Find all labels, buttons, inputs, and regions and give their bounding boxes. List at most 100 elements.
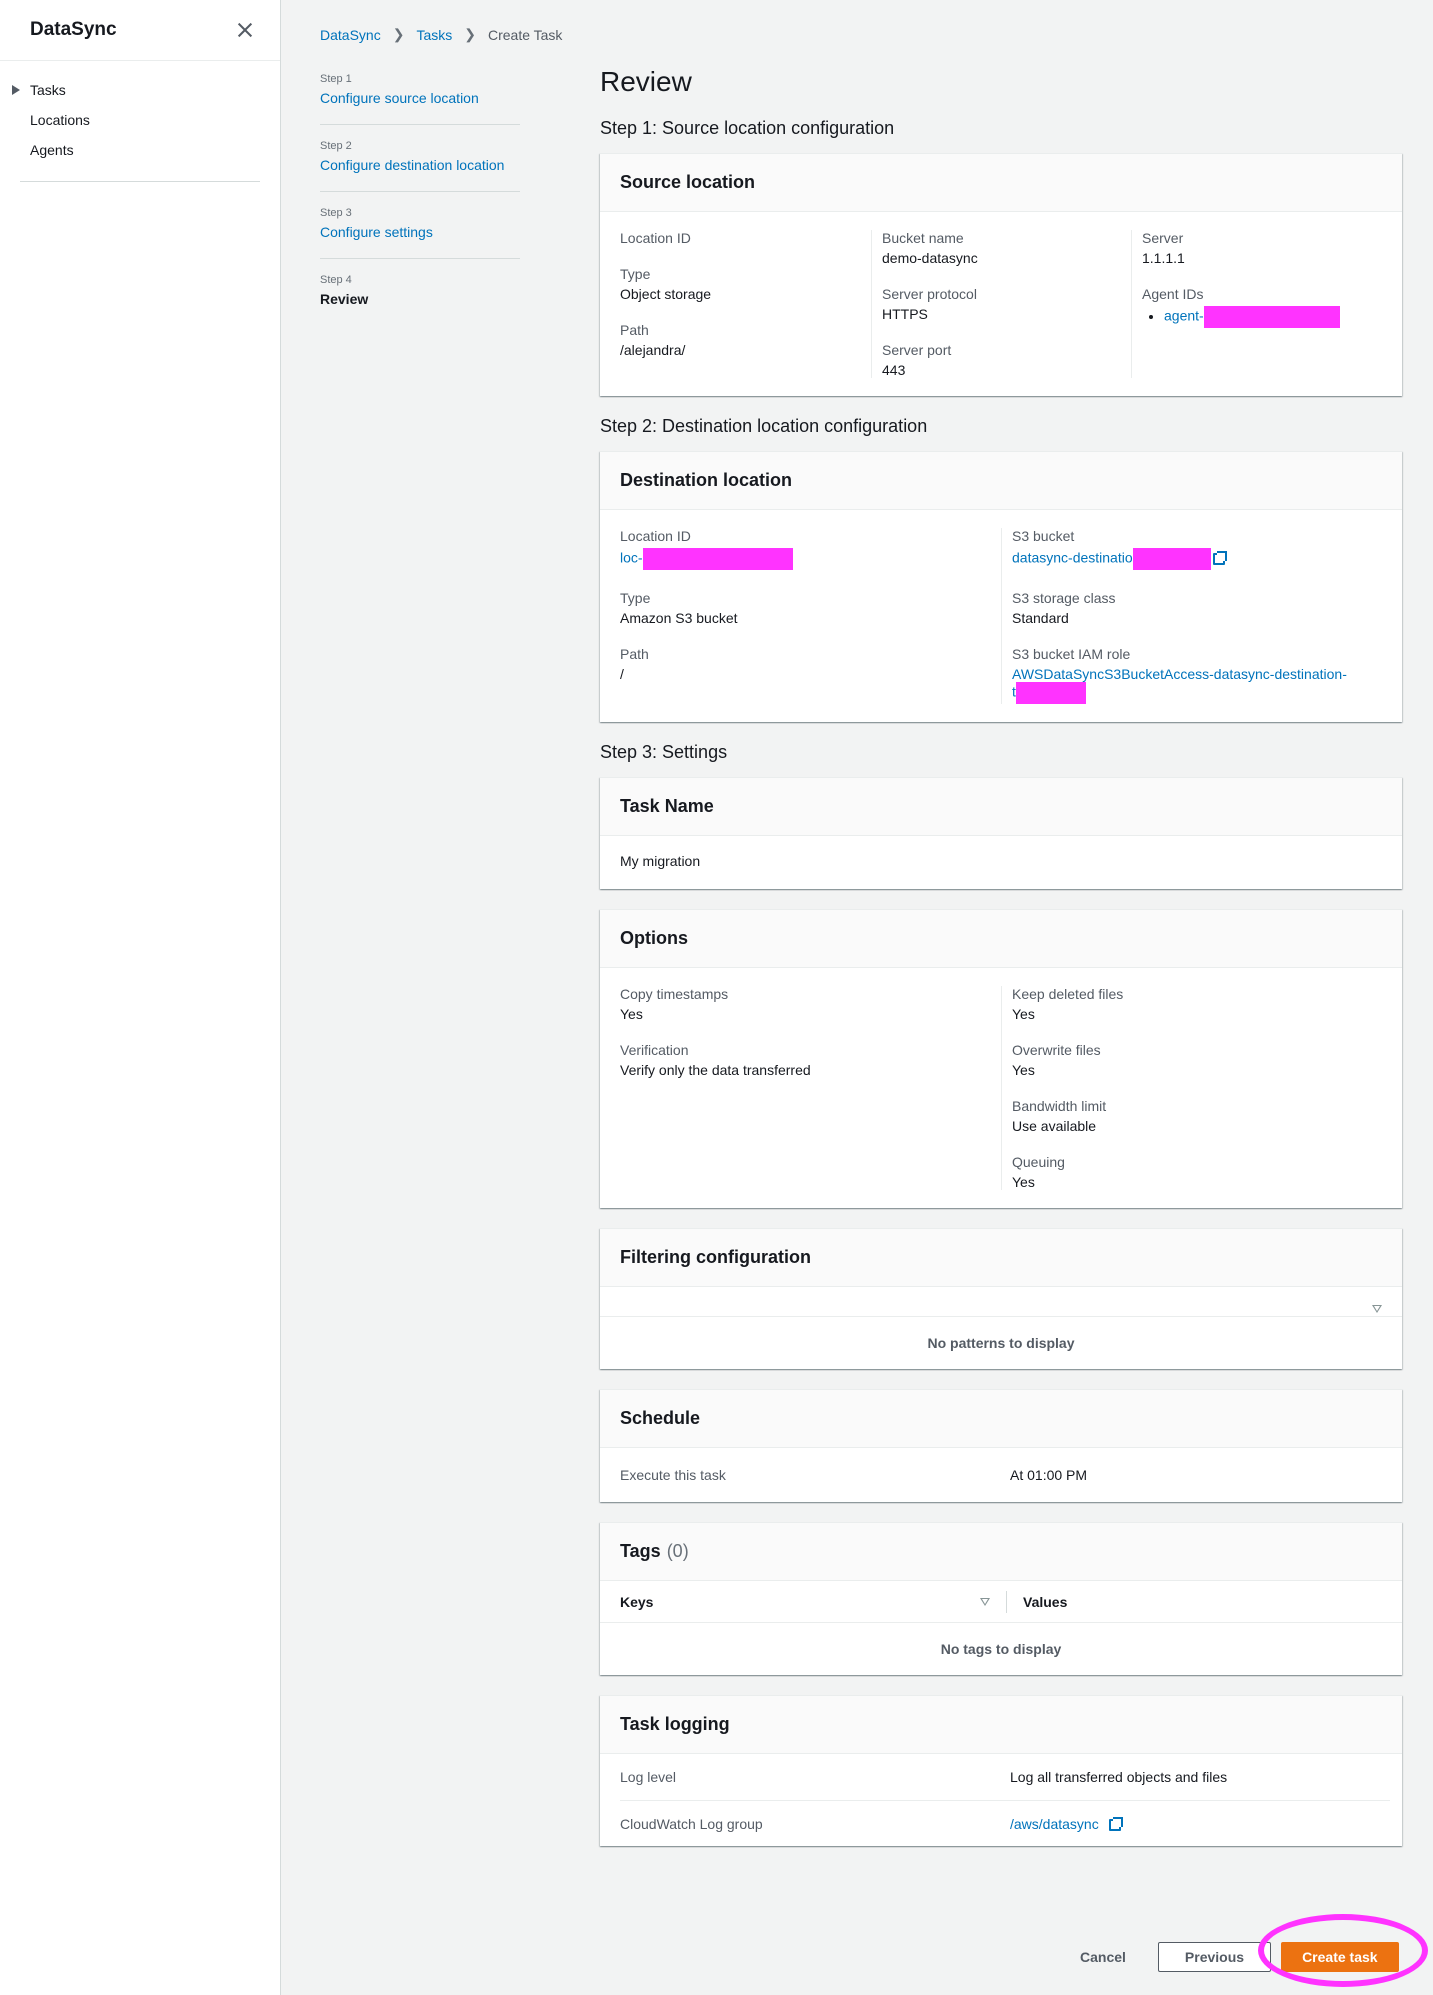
panel-title: Options (600, 910, 1402, 968)
caret-right-icon[interactable] (12, 85, 20, 95)
sidebar-item-label: Locations (30, 112, 90, 128)
wizard-step-1: Step 1 Configure source location (320, 73, 520, 125)
nav-list: Tasks Locations Agents (12, 61, 260, 182)
sidebar-item-agents[interactable]: Agents (20, 135, 260, 165)
step-number: Step 1 (320, 73, 352, 85)
kv-s3-bucket: S3 bucket datasync-destinatio (1012, 528, 1372, 570)
destination-location-panel: Destination location Location ID loc- Ty… (600, 451, 1402, 722)
source-location-panel: Source location Location ID Type Object … (600, 153, 1402, 396)
task-name-value: My migration (620, 853, 701, 869)
kv-bandwidth: Bandwidth limit Use available (1012, 1098, 1107, 1134)
step-link-source[interactable]: Configure source location (320, 90, 479, 106)
previous-button[interactable]: Previous (1157, 1942, 1272, 1972)
redaction-mark (1203, 306, 1340, 328)
log-level-row: Log level Log all transferred objects an… (620, 1769, 1228, 1785)
redaction-mark (642, 548, 793, 570)
wizard-step-3: Step 3 Configure settings (320, 207, 520, 259)
kv-storage-class: S3 storage class Standard (1012, 590, 1116, 626)
step-link-settings[interactable]: Configure settings (320, 224, 433, 240)
side-navigation: DataSync Tasks Locations Agents (0, 0, 281, 1995)
step-link-destination[interactable]: Configure destination location (320, 157, 504, 173)
tags-panel: Tags (0) Keys Values No tags to display (600, 1522, 1402, 1675)
options-panel: Options Copy timestamps Yes Verification… (600, 909, 1402, 1208)
external-link-icon[interactable] (1212, 551, 1227, 565)
page-title: Review (600, 66, 692, 97)
kv-iam-role: S3 bucket IAM role AWSDataSyncS3BucketAc… (1012, 646, 1372, 704)
kv-server-protocol: Server protocol HTTPS (882, 286, 977, 322)
empty-state: No patterns to display (927, 1335, 1075, 1351)
panel-title: Tags (0) (600, 1523, 1402, 1581)
panel-title: Task Name (600, 778, 1402, 836)
nav-header: DataSync (0, 0, 280, 61)
agent-id-link[interactable]: agent- (1164, 308, 1204, 324)
kv-location-id: Location ID (620, 230, 691, 246)
kv-overwrite: Overwrite files Yes (1012, 1042, 1101, 1078)
filter-table-header (600, 1287, 1402, 1317)
sidebar-item-label: Agents (30, 142, 74, 158)
kv-type: Type Amazon S3 bucket (620, 590, 738, 626)
wizard-step-4: Step 4 Review (320, 274, 520, 323)
chevron-right-icon: ❯ (464, 26, 476, 42)
wizard-actions: Cancel Previous Create task (1080, 1942, 1399, 1972)
create-task-button[interactable]: Create task (1281, 1942, 1399, 1972)
redaction-mark (1132, 548, 1211, 570)
panel-title: Source location (600, 154, 1402, 212)
kv-verification: Verification Verify only the data transf… (620, 1042, 811, 1078)
kv-queuing: Queuing Yes (1012, 1154, 1065, 1190)
task-name-panel: Task Name My migration (600, 777, 1402, 889)
redaction-mark (1015, 682, 1086, 704)
nav-title[interactable]: DataSync (30, 19, 117, 41)
schedule-panel: Schedule Execute this task At 01:00 PM (600, 1389, 1402, 1502)
column-header-values: Values (1023, 1593, 1068, 1610)
panel-title: Destination location (600, 452, 1402, 510)
step-number: Step 4 (320, 274, 352, 286)
kv-copy-timestamps: Copy timestamps Yes (620, 986, 729, 1022)
tags-count: (0) (666, 1541, 689, 1561)
chevron-right-icon: ❯ (392, 26, 405, 42)
panel-title: Schedule (600, 1390, 1402, 1448)
breadcrumb-tasks[interactable]: Tasks (416, 27, 452, 43)
agent-id-item: agent- (1164, 306, 1372, 328)
wizard-steps: Step 1 Configure source location Step 2 … (320, 73, 520, 338)
section-title-step1: Step 1: Source location configuration (600, 118, 895, 138)
section-title-step2: Step 2: Destination location configurati… (600, 416, 928, 436)
kv-location-id: Location ID loc- (620, 528, 991, 570)
kv-path: Path / (620, 646, 649, 682)
empty-state: No tags to display (940, 1641, 1062, 1657)
kv-agent-ids: Agent IDs agent- (1142, 286, 1372, 328)
sidebar-item-locations[interactable]: Locations (20, 105, 260, 135)
sidebar-item-label: Tasks (30, 82, 66, 98)
sidebar-item-tasks[interactable]: Tasks (12, 75, 260, 105)
column-divider[interactable] (1006, 1590, 1007, 1613)
section-title-step3: Step 3: Settings (600, 742, 728, 762)
step-number: Step 2 (320, 140, 352, 152)
s3-bucket-link[interactable]: datasync-destinatio (1012, 550, 1133, 566)
breadcrumb: DataSync ❯ Tasks ❯ Create Task (320, 26, 562, 43)
log-group-row: CloudWatch Log group /aws/datasync (620, 1800, 1390, 1846)
kv-server: Server 1.1.1.1 (1142, 230, 1185, 266)
wizard-step-2: Step 2 Configure destination location (320, 140, 520, 192)
step-current-review: Review (320, 291, 369, 307)
schedule-row: Execute this task At 01:00 PM (620, 1467, 1088, 1483)
sort-icon[interactable] (980, 1597, 990, 1606)
panel-title: Task logging (600, 1696, 1402, 1754)
cancel-button[interactable]: Cancel (1080, 1949, 1126, 1965)
step-number: Step 3 (320, 207, 352, 219)
panel-title: Filtering configuration (600, 1229, 1402, 1287)
location-id-link[interactable]: loc- (620, 550, 643, 566)
kv-keep-deleted: Keep deleted files Yes (1012, 986, 1124, 1022)
kv-type: Type Object storage (620, 266, 712, 302)
kv-bucket-name: Bucket name demo-datasync (882, 230, 978, 266)
close-icon[interactable] (234, 19, 256, 41)
tags-table-header: Keys Values (600, 1581, 1402, 1623)
log-group-link[interactable]: /aws/datasync (1010, 1816, 1099, 1832)
task-logging-panel: Task logging Log level Log all transferr… (600, 1695, 1402, 1846)
column-header-keys[interactable]: Keys (620, 1594, 980, 1610)
kv-server-port: Server port 443 (882, 342, 952, 378)
sort-icon[interactable] (1372, 1305, 1382, 1313)
iam-role-link[interactable]: AWSDataSyncS3BucketAccess-datasync-desti… (1012, 666, 1347, 682)
breadcrumb-datasync[interactable]: DataSync (320, 27, 381, 43)
filtering-panel: Filtering configuration No patterns to d… (600, 1228, 1402, 1369)
kv-path: Path /alejandra/ (620, 322, 686, 358)
external-link-icon[interactable] (1108, 1816, 1123, 1831)
